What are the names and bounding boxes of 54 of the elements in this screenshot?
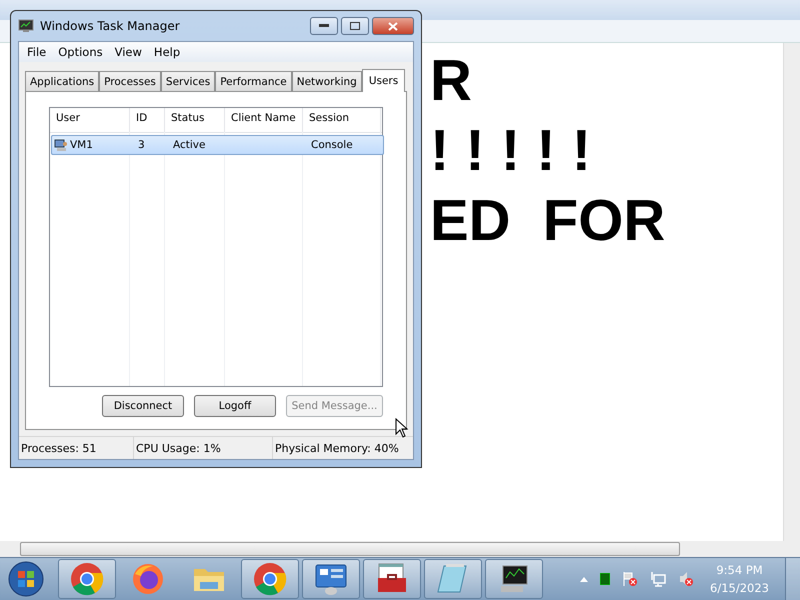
horizontal-scrollbar[interactable] [0,541,800,557]
status-text: Physical Memory: 40% [274,440,400,456]
table-cell: VM1 [70,139,93,151]
column-header[interactable]: Client Name [225,108,303,132]
browser-icon [70,562,104,596]
table-cell: Console [311,139,353,151]
document-text: ! ! ! ! ! [430,117,592,185]
show-hidden-icons-icon[interactable] [580,576,588,582]
flag-error-icon[interactable] [622,571,638,587]
grid-icon[interactable] [600,573,610,585]
table-cell: Active [173,139,206,151]
close-button[interactable] [372,17,414,35]
maximize-icon [350,22,360,30]
taskbar-app-button[interactable] [363,559,421,599]
monitor-icon [18,19,34,33]
tab[interactable]: Networking [292,71,362,91]
speaker-muted-icon[interactable] [678,571,694,587]
browser-icon [253,562,287,596]
action-button[interactable]: Disconnect [102,395,184,417]
menu-item[interactable]: View [108,45,148,59]
status-text: CPU Usage: 1% [134,437,273,459]
computer-user-icon [54,138,68,152]
minimize-button[interactable] [310,17,338,35]
taskbar-app-button[interactable] [302,559,360,599]
clock-time: 9:54 PM [716,562,763,579]
menu-item[interactable]: File [21,45,52,59]
vertical-scrollbar[interactable] [783,43,800,541]
taskbar-app-button[interactable] [485,559,543,599]
minimize-icon [319,24,329,28]
maximize-button[interactable] [341,17,369,35]
document-text: R [430,47,472,115]
document-text: ED FOR [430,187,666,255]
control-panel-icon [314,562,348,596]
clock-date: 6/15/2023 [710,580,769,597]
tab[interactable]: Services [160,71,216,91]
tab[interactable]: Processes [99,71,161,91]
fox-browser-icon [131,562,165,596]
tab[interactable]: Users [362,69,406,92]
table-row[interactable]: VM1 3 Active Console [51,135,384,155]
tab[interactable]: Applications [25,71,100,91]
tab[interactable]: Performance [215,71,292,91]
menu-item[interactable]: Help [148,45,186,59]
network-icon[interactable] [650,571,666,587]
action-button[interactable]: Logoff [194,395,276,417]
column-header[interactable]: User [50,108,130,132]
status-text: Processes: 51 [19,437,134,459]
table-cell: 3 [138,139,145,151]
close-icon [388,22,398,30]
window-title: Windows Task Manager [40,19,180,33]
column-header[interactable]: Status [165,108,225,132]
menu-item[interactable]: Options [52,45,109,59]
column-header[interactable]: Session [303,108,381,132]
column-header[interactable]: ID [130,108,165,132]
show-desktop-button[interactable] [785,558,800,600]
